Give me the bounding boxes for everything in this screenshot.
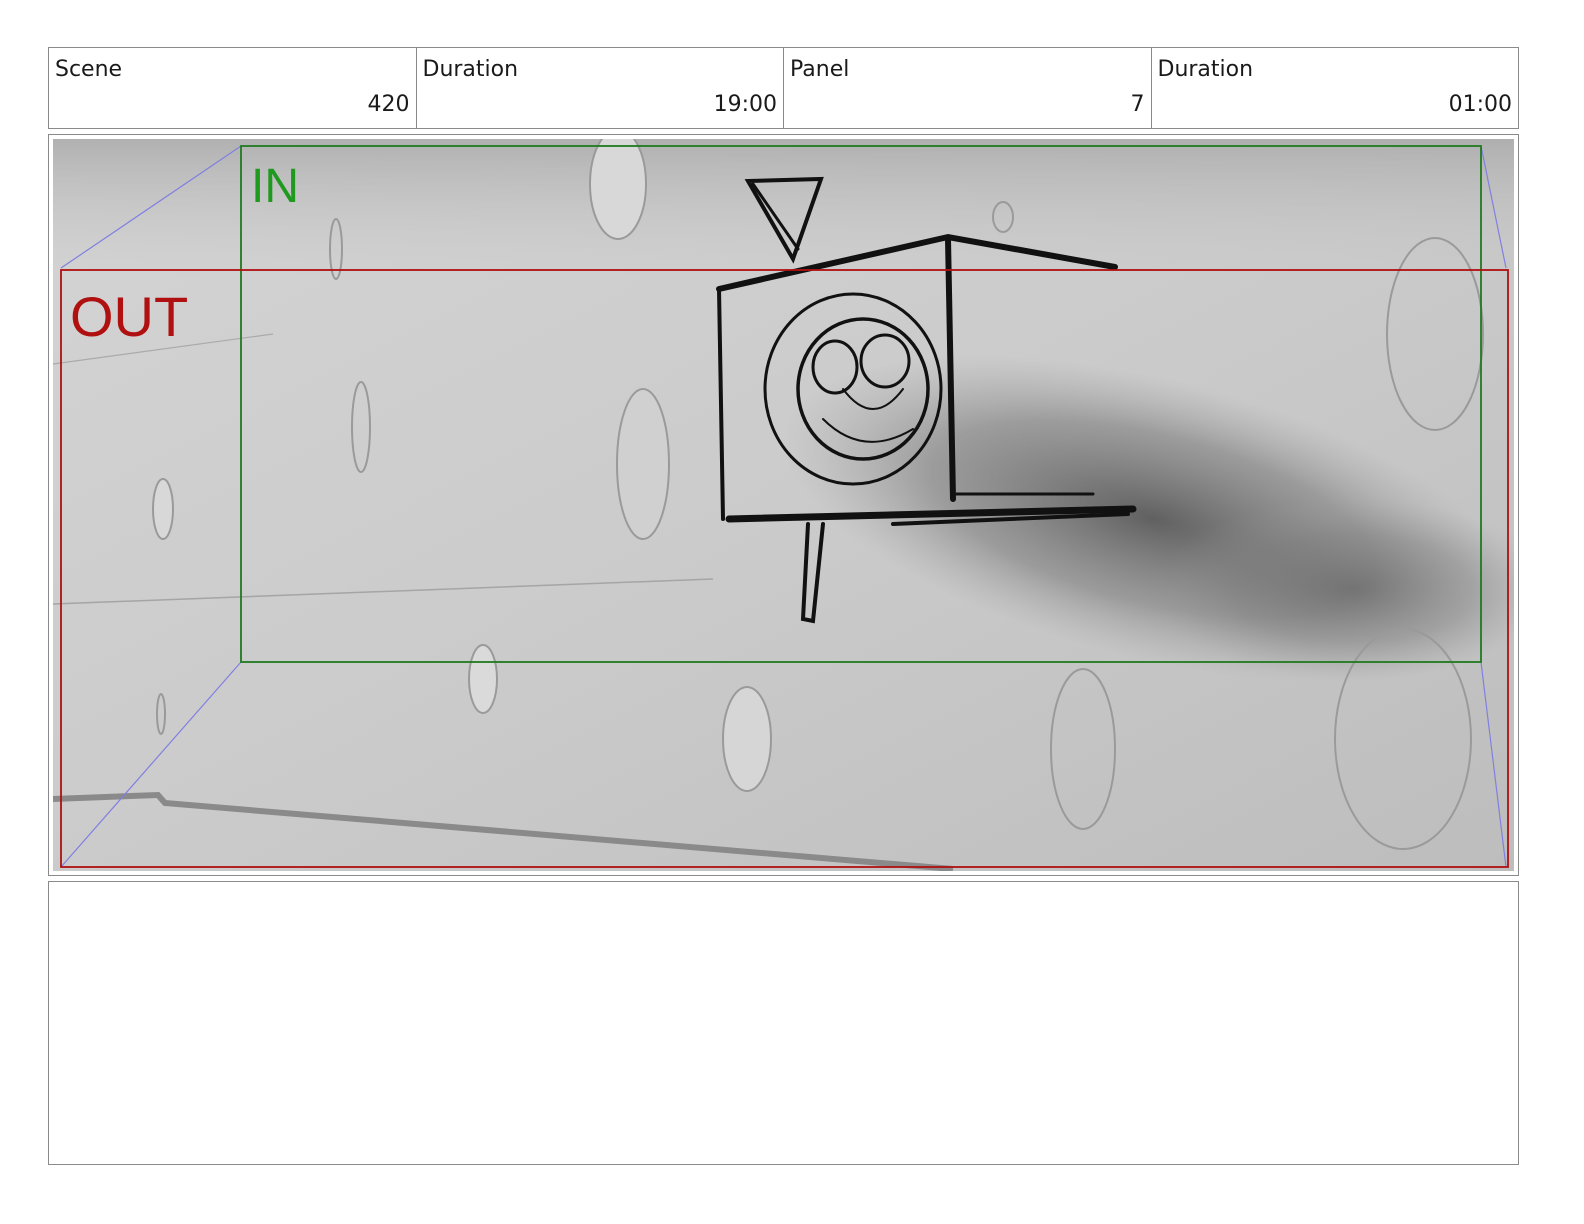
panel-cell: Panel 7 xyxy=(784,48,1152,128)
panel-duration-label: Duration xyxy=(1157,57,1254,82)
scene-label: Scene xyxy=(55,57,123,82)
panel-label: Panel xyxy=(790,57,850,82)
panel-duration-value: 01:00 xyxy=(1448,92,1512,117)
storyboard-panel: IN OUT xyxy=(48,134,1519,876)
scene-duration-cell: Duration 19:00 xyxy=(417,48,784,128)
in-label: IN xyxy=(251,160,299,213)
panel-duration-cell: Duration 01:00 xyxy=(1152,48,1519,128)
panel-info-header: Scene 420 Duration 19:00 Panel 7 Duratio… xyxy=(48,47,1519,129)
notes-area xyxy=(48,881,1519,1165)
scene-duration-value: 19:00 xyxy=(713,92,777,117)
scene-duration-label: Duration xyxy=(422,57,519,82)
panel-drawing: IN OUT xyxy=(53,139,1514,871)
panel-number: 7 xyxy=(1130,92,1145,117)
scene-number: 420 xyxy=(367,92,410,117)
scene-cell: Scene 420 xyxy=(49,48,417,128)
out-label: OUT xyxy=(70,285,188,348)
